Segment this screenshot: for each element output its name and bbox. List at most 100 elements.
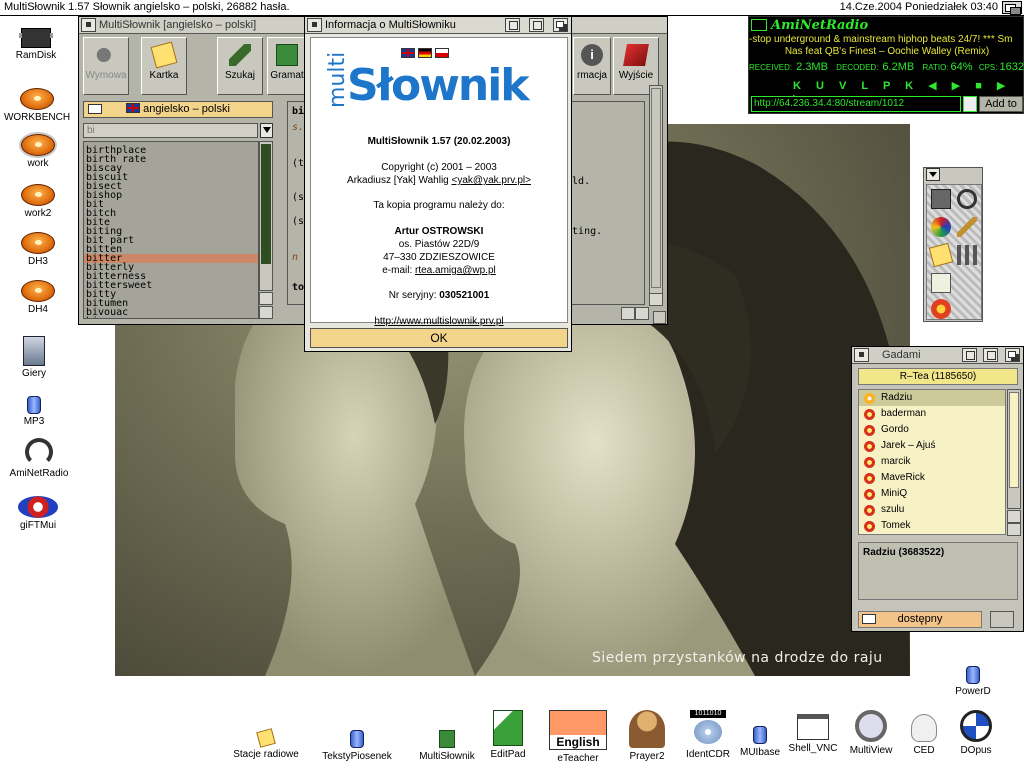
ok-button[interactable]: OK	[310, 328, 568, 348]
gadami-title-bar[interactable]: Gadami	[852, 347, 1023, 364]
desktop-icon-multiview[interactable]: MultiView	[846, 710, 896, 756]
cd-icon: 1011010	[690, 710, 726, 746]
desktop-icon-multislownik[interactable]: MultiSłownik	[414, 730, 480, 762]
close-gadget-icon[interactable]	[81, 18, 96, 32]
info-button[interactable]: i rmacja	[573, 37, 611, 95]
list-item[interactable]: MaveRick	[859, 470, 1005, 486]
iconify-gadget-icon[interactable]	[962, 348, 977, 362]
desktop-icon-editpad[interactable]: EditPad	[486, 710, 530, 760]
desktop-icon-giftmui[interactable]: giFTMui	[12, 496, 64, 531]
scroll-up-arrow-icon[interactable]	[1007, 510, 1021, 523]
list-item[interactable]: marcik	[859, 454, 1005, 470]
star-icon[interactable]	[931, 299, 951, 319]
desktop-icon-work2[interactable]: work2	[16, 184, 60, 219]
definition-scrollbar[interactable]	[649, 85, 663, 303]
depth-gadget-icon[interactable]	[553, 18, 568, 32]
grammar-button[interactable]: Gramat	[267, 37, 307, 95]
note-button[interactable]: Kartka	[141, 37, 187, 95]
url-file-icon[interactable]	[963, 96, 977, 112]
search-button[interactable]: Szukaj	[217, 37, 263, 95]
speaker-icon	[95, 44, 117, 66]
stopwatch-icon[interactable]	[957, 189, 977, 209]
desktop-icon-mp3[interactable]: MP3	[12, 396, 56, 427]
desktop-icon-workbench[interactable]: WORKBENCH	[2, 88, 72, 123]
word-list[interactable]: birthplace birth rate biscay biscuit bis…	[83, 141, 259, 319]
desktop-icon-prayer2[interactable]: Prayer2	[624, 710, 670, 762]
list-item[interactable]: szulu	[859, 502, 1005, 518]
close-gadget-icon[interactable]	[854, 348, 869, 362]
zoom-gadget-icon[interactable]	[983, 348, 998, 362]
gadami-extra-button[interactable]	[990, 611, 1014, 628]
contact-list[interactable]: Radziu baderman Gordo Jarek – Ajuś marci…	[858, 389, 1006, 535]
about-version: MultiSłownik 1.57 (20.02.2003)	[367, 136, 511, 147]
scrollbar-knob[interactable]	[651, 88, 661, 288]
list-item[interactable]: Radziu	[859, 390, 1005, 406]
list-item[interactable]: bishop	[84, 191, 258, 201]
desktop-icon-work[interactable]: work	[16, 134, 60, 169]
calculator-icon[interactable]	[931, 189, 951, 209]
screen-depth-gadget[interactable]	[1002, 1, 1022, 15]
aminetradio-player[interactable]: AmiNetRadio -stop underground & mainstre…	[748, 16, 1024, 114]
language-cycle-button[interactable]: angielsko – polski	[83, 101, 273, 118]
scroll-up-arrow-icon[interactable]	[649, 293, 663, 306]
note-icon	[256, 728, 276, 748]
homepage-link[interactable]: http://www.multislownik.prv.pl	[374, 316, 503, 327]
contact-list-scrollbar[interactable]	[1007, 389, 1021, 509]
scrollbar-knob[interactable]	[1009, 392, 1019, 488]
list-item[interactable]: Tomek	[859, 518, 1005, 534]
word-search-input[interactable]: bi	[83, 123, 258, 138]
about-title-bar[interactable]: Informacja o MultiSłowniku	[305, 17, 571, 34]
user-status-bar[interactable]: R–Tea (1185650)	[858, 368, 1018, 385]
list-item[interactable]: MiniQ	[859, 486, 1005, 502]
desktop-icon-identcdr[interactable]: 1011010 IdentCDR	[682, 710, 734, 760]
author-email-link[interactable]: <yak@yak.prv.pl>	[452, 175, 531, 186]
desktop-icon-powerd[interactable]: PowerD	[950, 666, 996, 697]
resize-handle-icon[interactable]	[653, 311, 666, 324]
close-gadget-icon[interactable]	[307, 18, 322, 32]
scroll-right-arrow-icon[interactable]	[635, 307, 649, 320]
zoom-gadget-icon[interactable]	[529, 18, 544, 32]
desktop-icon-dh3[interactable]: DH3	[16, 232, 60, 267]
desktop-icon-tekstypiosenek[interactable]: TekstyPiosenek	[318, 730, 396, 762]
desktop-icon-ced[interactable]: CED	[904, 714, 944, 756]
gadami-window[interactable]: Gadami R–Tea (1185650) Radziu baderman G…	[851, 346, 1024, 632]
pronounce-button[interactable]: Wymowa	[83, 37, 129, 95]
availability-cycle-button[interactable]: dostępny	[858, 611, 982, 628]
desktop-icon-dopus[interactable]: DOpus	[952, 710, 1000, 756]
dock-menu-icon[interactable]	[926, 168, 940, 181]
pencil-icon[interactable]	[957, 217, 977, 237]
list-item[interactable]: baderman	[859, 406, 1005, 422]
search-dropdown-icon[interactable]	[260, 123, 273, 138]
scroll-down-arrow-icon[interactable]	[1007, 523, 1021, 536]
scroll-left-arrow-icon[interactable]	[621, 307, 635, 320]
notepad-icon[interactable]	[931, 273, 951, 293]
desktop-icon-giery[interactable]: Giery	[12, 336, 56, 379]
depth-gadget-icon[interactable]	[1005, 348, 1020, 362]
desktop-icon-stacje-radiowe[interactable]: Stacje radiowe	[228, 728, 304, 760]
windows-icon[interactable]	[957, 245, 977, 265]
list-item[interactable]: Jarek – Ajuś	[859, 438, 1005, 454]
desktop-icon-shell-vnc[interactable]: Shell_VNC	[786, 714, 840, 754]
desktop-icon-aminetradio[interactable]: AmiNetRadio	[6, 438, 72, 479]
desktop-icon-dh4[interactable]: DH4	[16, 280, 60, 315]
desktop-icon-muibase[interactable]: MUIbase	[738, 726, 782, 758]
note-icon[interactable]	[928, 242, 954, 268]
desktop-icon-eteacher[interactable]: English eTeacher	[546, 710, 610, 764]
list-item[interactable]: Gordo	[859, 422, 1005, 438]
palette-icon[interactable]	[931, 217, 951, 237]
scrollbar-knob[interactable]	[261, 144, 271, 264]
iconify-gadget-icon[interactable]	[505, 18, 520, 32]
list-item[interactable]: bitch	[84, 209, 258, 219]
about-dialog[interactable]: Informacja o MultiSłowniku multi Słownik…	[304, 16, 572, 352]
scroll-down-arrow-icon[interactable]	[259, 306, 273, 319]
owner-email-link[interactable]: rtea.amiga@wp.pl	[415, 265, 496, 276]
stream-url-input[interactable]: http://64.236.34.4:80/stream/1012	[751, 96, 961, 112]
screen-title-bar[interactable]: MultiSłownik 1.57 Słownik angielsko – po…	[0, 0, 1024, 16]
add-to-button[interactable]: Add to	[979, 96, 1023, 112]
scroll-up-arrow-icon[interactable]	[259, 292, 273, 305]
tool-dock[interactable]	[923, 167, 983, 322]
desktop-icon-ramdisk[interactable]: RamDisk	[14, 28, 58, 61]
clock: 14.Cze.2004 Poniedziałek 03:40	[839, 1, 998, 13]
list-item[interactable]: bizarre	[84, 317, 258, 319]
word-list-scrollbar[interactable]	[259, 141, 273, 291]
